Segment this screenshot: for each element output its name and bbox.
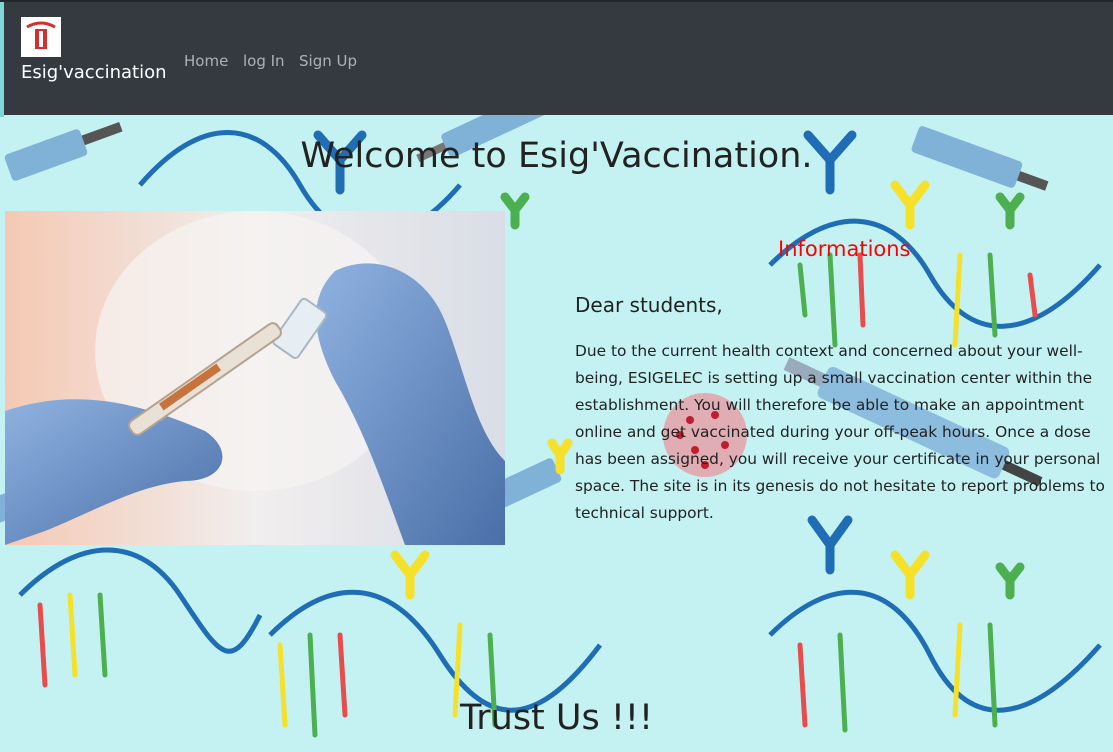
navbar-edge (0, 2, 4, 117)
esigelec-logo-icon[interactable] (21, 17, 61, 57)
greeting: Dear students, (575, 293, 723, 317)
informations-title: Informations (778, 237, 911, 261)
information-text: Due to the current health context and co… (575, 342, 1105, 522)
nav-signup-link[interactable]: Sign Up (299, 52, 357, 70)
brand-name[interactable]: Esig'vaccination (21, 62, 167, 83)
nav-login-link[interactable]: log In (243, 52, 285, 70)
vaccination-photo (5, 211, 505, 545)
navbar: Esig'vaccination Home log In Sign Up (0, 0, 1113, 117)
trust-title: Trust Us !!! (460, 698, 653, 738)
welcome-title: Welcome to Esig'Vaccination. (300, 136, 813, 176)
nav-home-link[interactable]: Home (184, 52, 228, 70)
